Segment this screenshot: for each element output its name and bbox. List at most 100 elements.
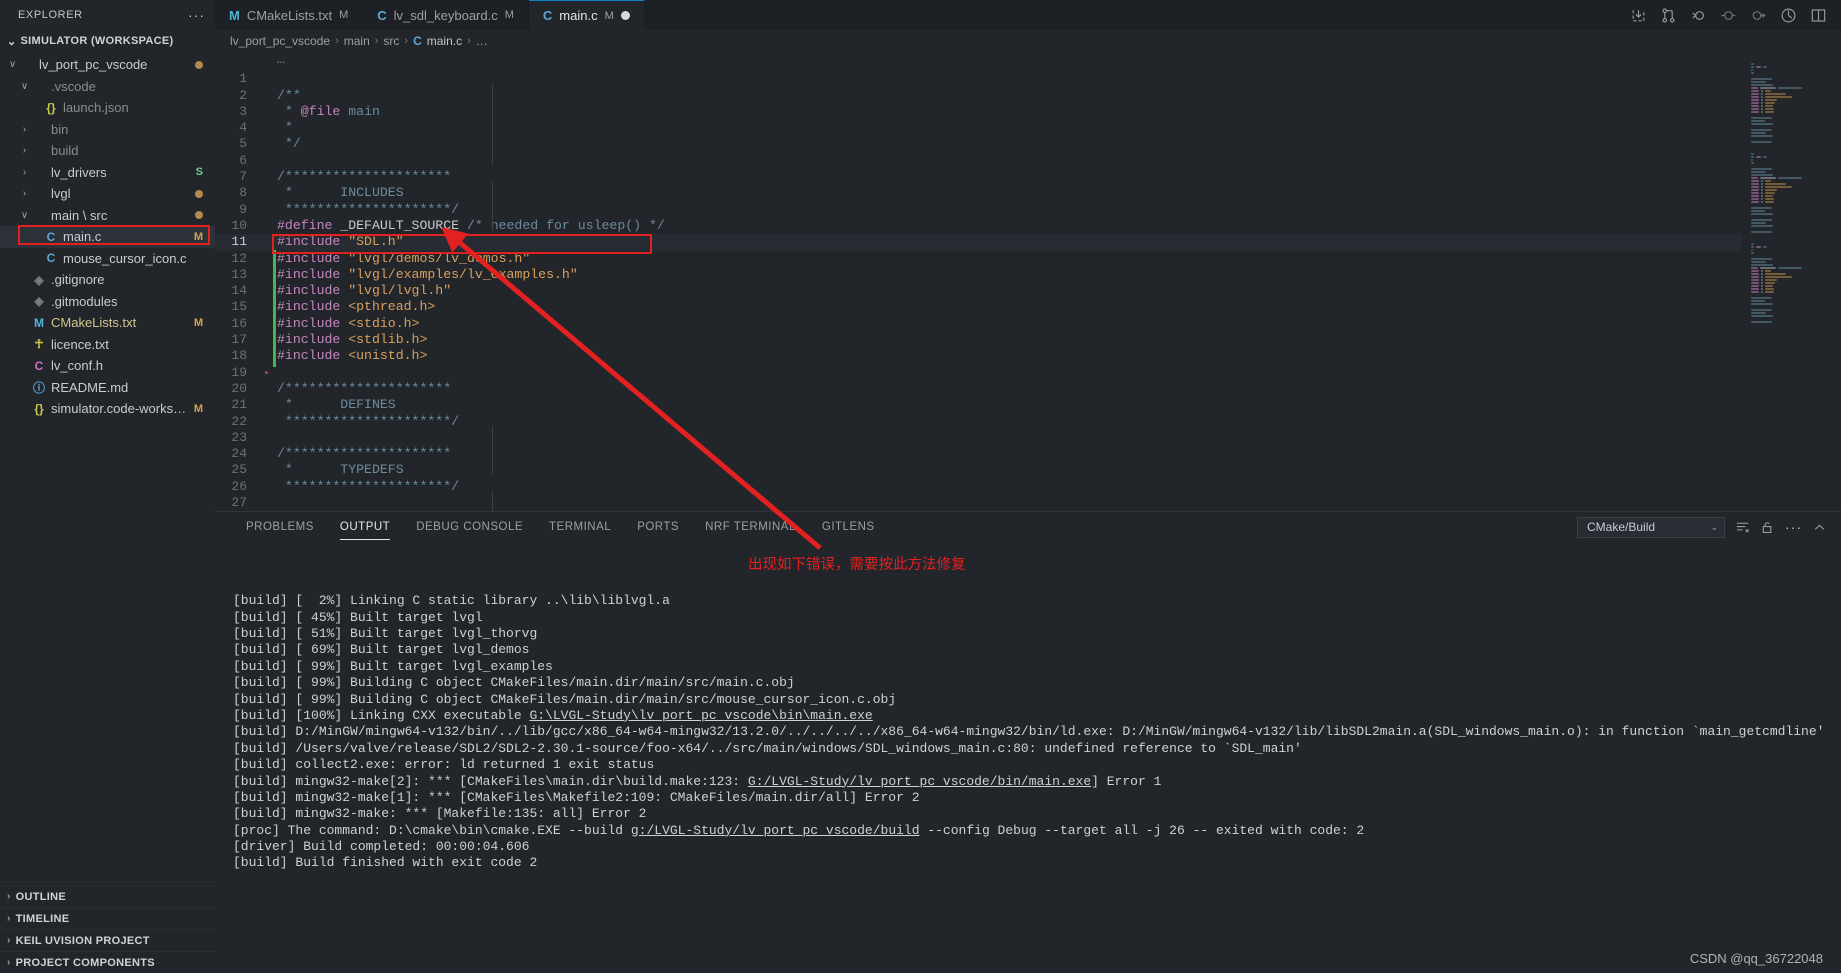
panel-tab-ports[interactable]: PORTS: [624, 512, 692, 542]
install-extension-icon[interactable]: [1630, 7, 1647, 24]
line-number: 8: [239, 185, 247, 201]
explorer-more-actions-icon[interactable]: ···: [188, 8, 205, 22]
workspace-label: SIMULATOR (WORKSPACE): [20, 35, 174, 47]
clear-output-icon[interactable]: [1735, 520, 1750, 535]
sidebar-section-keil-uvision-project[interactable]: › KEIL UVISION PROJECT: [0, 929, 215, 951]
run-timer-icon[interactable]: [1780, 7, 1797, 24]
output-line: [build] [ 99%] Building C object CMakeFi…: [233, 675, 795, 691]
breadcrumb-item-1[interactable]: main: [344, 34, 370, 48]
code-line-10: 10 #define _DEFAULT_SOURCE /* needed for …: [215, 218, 1841, 234]
output-line: [build] mingw32-make[2]: *** [CMakeFiles…: [233, 774, 1841, 790]
editor-actions: [1620, 0, 1841, 30]
panel-tab-terminal[interactable]: TERMINAL: [536, 512, 624, 542]
minimap-token: [1777, 177, 1802, 179]
minimap[interactable]: [1741, 52, 1841, 511]
code-token: #include: [277, 266, 341, 282]
tree-item-readme-md[interactable]: ⓘ README.md: [0, 377, 215, 399]
source-control-icon[interactable]: [1660, 7, 1677, 24]
code-editor[interactable]: … 1 2/** 3 * @file main 4 * 5 */6 7/*********…: [215, 52, 1841, 511]
unstaged-dot-badge: [195, 60, 203, 69]
sidebar-section-outline[interactable]: › OUTLINE: [0, 885, 215, 907]
panel-tab-problems[interactable]: PROBLEMS: [233, 512, 327, 542]
minimap-token: [1751, 72, 1754, 74]
output-console[interactable]: [build] [ 2%] Linking C static library .…: [215, 542, 1841, 973]
editor-tab-CMakeLists-txt[interactable]: M CMakeLists.txt M: [215, 0, 364, 30]
tree-item-lvgl[interactable]: › lvgl: [0, 183, 215, 205]
tree-item-lv-port-pc-vscode[interactable]: ∨ lv_port_pc_vscode: [0, 54, 215, 76]
panel-tab-debug-console[interactable]: DEBUG CONSOLE: [403, 512, 536, 542]
code-token: main: [340, 103, 380, 119]
sidebar-section-timeline[interactable]: › TIMELINE: [0, 907, 215, 929]
chevron-down-icon: ∨: [20, 209, 29, 221]
hide-panel-icon[interactable]: [1812, 520, 1827, 535]
panel-more-actions-icon[interactable]: ···: [1785, 520, 1802, 534]
minimap-token: [1760, 111, 1763, 113]
tree-item-cmakelists-txt[interactable]: M CMakeLists.txt M: [0, 312, 215, 334]
tree-item-bin[interactable]: › bin: [0, 119, 215, 141]
chevron-down-icon: ⌄: [7, 35, 17, 48]
panel-tab-output[interactable]: OUTPUT: [327, 512, 403, 542]
output-file-link[interactable]: G:\LVGL-Study\lv_port_pc_vscode\bin\main…: [529, 708, 872, 723]
tree-item--vscode[interactable]: ∨ .vscode: [0, 76, 215, 98]
workspace-root-header[interactable]: ⌄ SIMULATOR (WORKSPACE): [0, 30, 215, 52]
panel-tab-label: NRF TERMINAL: [705, 521, 796, 533]
tree-item--gitmodules[interactable]: ◈ .gitmodules: [0, 291, 215, 313]
minimap-token: [1760, 192, 1763, 194]
breakpoint-icon[interactable]: [1720, 7, 1737, 24]
output-channel-select[interactable]: CMake/Build ⌄: [1577, 516, 1725, 538]
minimap-token: [1751, 123, 1773, 125]
minimap-token: [1751, 246, 1754, 248]
panel-tab-gitlens[interactable]: GITLENS: [809, 512, 888, 542]
tree-item-label: main \ src: [51, 207, 108, 223]
step-over-icon[interactable]: [1750, 7, 1767, 24]
minimap-token: [1751, 189, 1759, 191]
breadcrumb-item-0[interactable]: lv_port_pc_vscode: [230, 34, 330, 48]
panel-tab-nrf-terminal[interactable]: NRF TERMINAL: [692, 512, 809, 542]
output-file-link[interactable]: G:/LVGL-Study/lv_port_pc_vscode/bin/main…: [748, 774, 1091, 789]
line-number: 18: [231, 348, 247, 364]
output-line: [build] /Users/valve/release/SDL2/SDL2-2…: [233, 740, 1302, 756]
tree-item--gitignore[interactable]: ◈ .gitignore: [0, 269, 215, 291]
minimap-token: [1760, 93, 1763, 95]
step-back-icon[interactable]: [1690, 7, 1707, 24]
tree-item-simulator-code-workspace[interactable]: {} simulator.code-workspace M: [0, 398, 215, 420]
minimap-token: [1751, 159, 1753, 161]
editor-tab-lv_sdl_keyboard-c[interactable]: Clv_sdl_keyboard.c M: [363, 0, 529, 30]
tree-item-lv-conf-h[interactable]: Clv_conf.h: [0, 355, 215, 377]
tree-item-mouse-cursor-icon-c[interactable]: Cmouse_cursor_icon.c: [0, 248, 215, 270]
tree-item-lv-drivers[interactable]: › lv_drivers S: [0, 162, 215, 184]
minimap-token: [1759, 177, 1776, 179]
tree-item-licence-txt[interactable]: ☥ licence.txt: [0, 334, 215, 356]
line-number: 21: [231, 397, 247, 413]
code-line-12: 12 #include "lvgl/demos/lv_demos.h": [215, 251, 1841, 267]
minimap-token: [1760, 105, 1763, 107]
breadcrumb: lv_port_pc_vscode › main › src › C main.…: [215, 30, 1841, 52]
line-number: 12: [231, 250, 247, 266]
editor-tab-main-c[interactable]: Cmain.c M: [528, 0, 645, 30]
lock-scroll-icon[interactable]: [1760, 520, 1775, 535]
line-number: 14: [231, 283, 247, 299]
sidebar-section-project-components[interactable]: › PROJECT COMPONENTS: [0, 951, 215, 973]
minimap-token: [1764, 189, 1777, 191]
breadcrumb-item-2[interactable]: src: [383, 34, 399, 48]
code-token: #include: [277, 299, 341, 315]
minimap-token: [1751, 249, 1753, 251]
tree-item-main-src[interactable]: ∨ main \ src: [0, 205, 215, 227]
breadcrumb-item-4[interactable]: …: [476, 34, 488, 48]
tree-item-main-c[interactable]: Cmain.c M: [0, 226, 215, 248]
minimap-token: [1751, 69, 1753, 71]
code-line-8: 8 * INCLUDES: [215, 185, 1841, 201]
file-type-icon: C: [46, 251, 56, 266]
output-file-link[interactable]: g:/LVGL-Study/lv_port_pc_vscode/build: [631, 823, 920, 838]
code-line-6: 6: [215, 153, 1841, 169]
tree-item-build[interactable]: › build: [0, 140, 215, 162]
tree-item-launch-json[interactable]: {} launch.json: [0, 97, 215, 119]
minimap-token: [1751, 291, 1759, 293]
chevron-right-icon: ›: [7, 957, 11, 968]
minimap-token: [1751, 321, 1772, 323]
breadcrumb-item-3[interactable]: main.c: [427, 34, 462, 48]
minimap-token: [1759, 87, 1776, 89]
chevron-right-icon: ›: [7, 913, 11, 924]
split-editor-icon[interactable]: [1810, 7, 1827, 24]
code-line-9: 9 *********************/: [215, 202, 1841, 218]
